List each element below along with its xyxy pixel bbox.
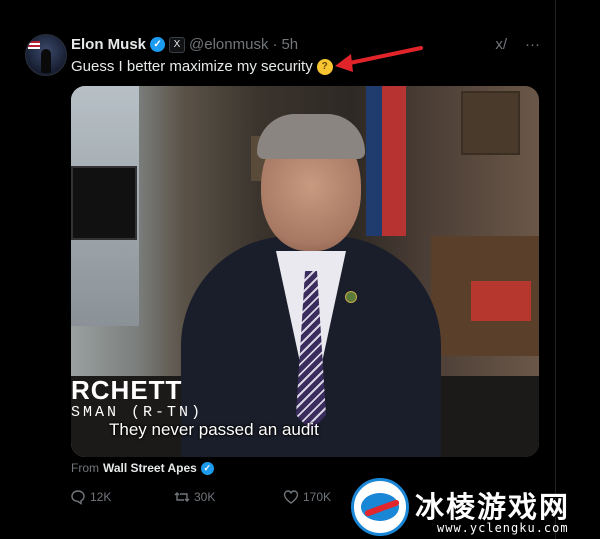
video-shelf-items bbox=[471, 281, 531, 321]
heart-icon bbox=[283, 490, 299, 504]
reply-count: 12K bbox=[90, 490, 112, 504]
lapel-pin bbox=[345, 291, 357, 303]
watermark-logo-icon bbox=[351, 478, 409, 536]
post-header: Elon Musk ✓ X @elonmusk · 5h bbox=[71, 36, 298, 53]
video-picture-frame bbox=[461, 91, 520, 155]
watermark-url: www.yclengku.com bbox=[437, 521, 569, 535]
thinking-face-icon: ? bbox=[316, 58, 333, 75]
post-top-icons: x/ ··· bbox=[495, 36, 540, 53]
video-flag bbox=[366, 86, 406, 236]
separator-dot: · bbox=[272, 36, 278, 53]
attribution-prefix: From bbox=[71, 461, 99, 475]
lower-third-title: SMAN (R-TN) bbox=[71, 404, 204, 421]
media-attribution: From Wall Street Apes ✓ bbox=[71, 461, 214, 475]
video-caption: They never passed an audit bbox=[109, 420, 319, 439]
lower-third-name: RCHETT bbox=[71, 375, 183, 405]
repost-icon bbox=[174, 492, 190, 502]
grok-icon[interactable]: x/ bbox=[495, 36, 507, 53]
avatar[interactable] bbox=[25, 34, 67, 76]
post-text-content: Guess I better maximize my security bbox=[71, 58, 313, 75]
red-arrow-annotation bbox=[335, 46, 423, 72]
verified-badge-icon: ✓ bbox=[200, 461, 214, 475]
verified-badge-icon: ✓ bbox=[150, 37, 166, 52]
author-handle[interactable]: @elonmusk bbox=[189, 36, 268, 53]
attribution-source[interactable]: Wall Street Apes bbox=[103, 461, 197, 475]
avatar-figure bbox=[41, 49, 51, 73]
site-watermark: 冰棱游戏网 www.yclengku.com bbox=[347, 478, 600, 539]
speaker-hair bbox=[257, 114, 365, 159]
watermark-site-name: 冰棱游戏网 bbox=[415, 492, 571, 524]
like-count: 170K bbox=[303, 490, 332, 504]
post-time[interactable]: 5h bbox=[281, 36, 298, 53]
author-name[interactable]: Elon Musk bbox=[71, 36, 146, 53]
like-button[interactable]: 170K bbox=[283, 489, 331, 505]
flag-graphic bbox=[28, 41, 40, 49]
column-divider bbox=[555, 0, 556, 539]
more-options-icon[interactable]: ··· bbox=[525, 36, 540, 53]
video-monitor bbox=[71, 166, 137, 240]
video-player[interactable]: RCHETT SMAN (R-TN) They never passed an … bbox=[71, 86, 539, 457]
repost-count: 30K bbox=[194, 490, 216, 504]
post-text: Guess I better maximize my security ? bbox=[71, 58, 333, 75]
reply-button[interactable]: 12K bbox=[70, 489, 111, 505]
repost-button[interactable]: 30K bbox=[174, 489, 215, 505]
x-affiliation-icon: X bbox=[169, 36, 186, 53]
reply-icon bbox=[71, 490, 85, 505]
